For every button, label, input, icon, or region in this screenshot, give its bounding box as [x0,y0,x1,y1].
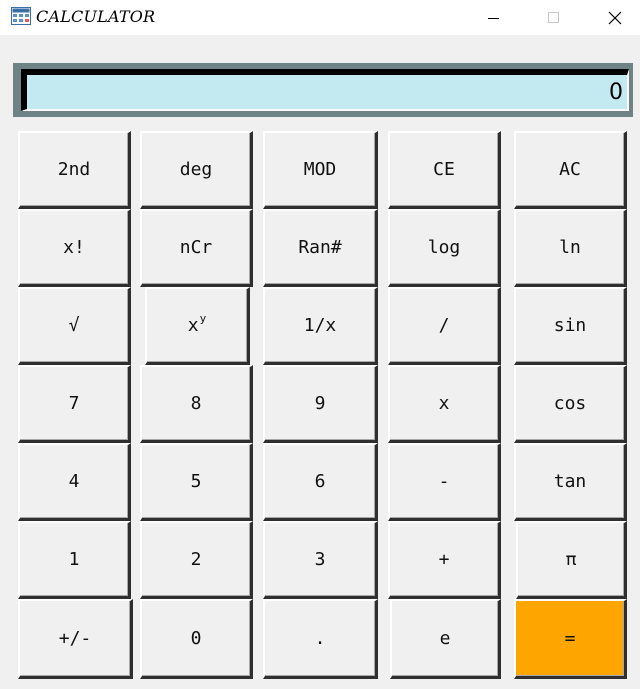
digit-6-button[interactable]: 6 [263,443,378,521]
pi-button[interactable]: π [516,521,627,599]
all-clear-button[interactable]: AC [514,131,627,209]
digit-9-button[interactable]: 9 [263,365,378,443]
sin-button[interactable]: sin [514,287,627,365]
minimize-button[interactable] [471,0,517,35]
divide-button[interactable]: / [388,287,501,365]
digit-3-button[interactable]: 3 [263,521,378,599]
digit-8-button[interactable]: 8 [140,365,253,443]
second-function-button[interactable]: 2nd [18,131,131,209]
decimal-point-button[interactable]: . [263,599,378,679]
square-root-button[interactable]: √ [18,287,131,365]
cos-button[interactable]: cos [514,365,627,443]
tan-button[interactable]: tan [514,443,627,521]
digit-0-button[interactable]: 0 [140,599,253,679]
maximize-button[interactable] [531,0,577,35]
digit-1-button[interactable]: 1 [18,521,131,599]
maximize-icon [548,11,559,23]
power-base: x [187,315,199,336]
multiply-button[interactable]: x [388,365,501,443]
sign-toggle-button[interactable]: +/- [18,599,133,679]
window-title: CALCULATOR [36,7,156,26]
digit-7-button[interactable]: 7 [18,365,131,443]
ln-button[interactable]: ln [514,209,627,287]
subtract-button[interactable]: - [388,443,501,521]
euler-constant-button[interactable]: e [390,599,501,679]
degree-mode-button[interactable]: deg [140,131,253,209]
reciprocal-button[interactable]: 1/x [263,287,378,365]
power-button[interactable]: xy [145,287,250,365]
power-exponent: y [199,312,207,325]
clear-entry-button[interactable]: CE [388,131,501,209]
log-button[interactable]: log [388,209,501,287]
display-frame: 0 [13,63,633,117]
calculator-icon [11,7,31,25]
display: 0 [21,69,629,111]
digit-2-button[interactable]: 2 [140,521,253,599]
close-button[interactable] [592,0,638,35]
factorial-button[interactable]: x! [18,209,131,287]
title-bar: CALCULATOR [0,0,640,35]
minimize-icon [488,17,499,19]
modulo-button[interactable]: MOD [263,131,378,209]
display-value: 0 [609,79,623,105]
add-button[interactable]: + [388,521,501,599]
equals-button[interactable]: = [514,599,627,679]
digit-4-button[interactable]: 4 [18,443,131,521]
combination-button[interactable]: nCr [140,209,253,287]
close-icon [608,11,622,24]
digit-5-button[interactable]: 5 [140,443,253,521]
random-button[interactable]: Ran# [263,209,378,287]
